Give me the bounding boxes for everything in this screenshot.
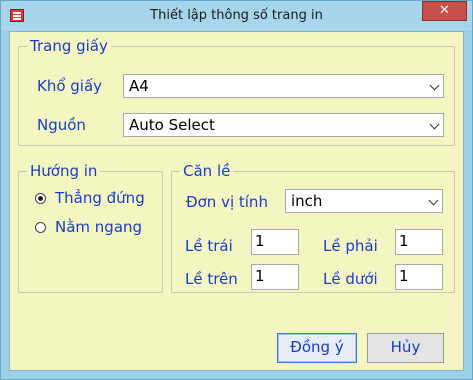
print-settings-dialog: Thiết lập thông số trang in ✕ Trang giấy… (0, 0, 473, 380)
title-bar[interactable]: Thiết lập thông số trang in ✕ (1, 1, 472, 31)
bottom-margin-label: Lề dưới (323, 270, 378, 288)
chevron-down-icon (429, 80, 440, 91)
portrait-radio[interactable] (35, 193, 46, 204)
left-margin-label: Lề trái (185, 237, 233, 255)
orientation-group-title: Hướng in (27, 162, 101, 180)
margins-group: Căn lề Đơn vị tính inch Lề trái 1 Lề phả… (171, 162, 455, 293)
top-margin-label: Lề trên (185, 270, 238, 288)
paper-source-value: Auto Select (129, 116, 215, 134)
orientation-group: Hướng in Thẳng đứng Nằm ngang (18, 162, 163, 293)
right-margin-input[interactable]: 1 (395, 229, 443, 255)
paper-source-select[interactable]: Auto Select (123, 113, 444, 137)
dialog-body: Trang giấy Khổ giấy A4 Nguồn Auto Select… (9, 31, 464, 371)
landscape-label[interactable]: Nằm ngang (55, 218, 142, 236)
chevron-down-icon (429, 119, 440, 130)
landscape-radio[interactable] (35, 222, 46, 233)
unit-label: Đơn vị tính (186, 193, 268, 211)
left-margin-input[interactable]: 1 (251, 229, 299, 255)
unit-select[interactable]: inch (285, 189, 443, 213)
ok-button[interactable]: Đồng ý (277, 333, 357, 363)
unit-value: inch (291, 192, 323, 210)
paper-source-label: Nguồn (37, 116, 86, 134)
cancel-button[interactable]: Hủy (367, 333, 444, 363)
paper-size-select[interactable]: A4 (123, 74, 444, 98)
window-title: Thiết lập thông số trang in (150, 8, 323, 23)
portrait-label[interactable]: Thẳng đứng (55, 189, 145, 207)
paper-size-value: A4 (129, 77, 149, 95)
top-margin-input[interactable]: 1 (251, 264, 299, 290)
right-margin-label: Lề phải (323, 237, 378, 255)
paper-group-title: Trang giấy (27, 37, 111, 55)
paper-size-label: Khổ giấy (37, 77, 103, 95)
close-button[interactable]: ✕ (422, 1, 467, 21)
paper-group: Trang giấy Khổ giấy A4 Nguồn Auto Select (18, 37, 455, 146)
bottom-margin-input[interactable]: 1 (395, 264, 443, 290)
chevron-down-icon (428, 195, 439, 206)
margins-group-title: Căn lề (180, 162, 234, 180)
